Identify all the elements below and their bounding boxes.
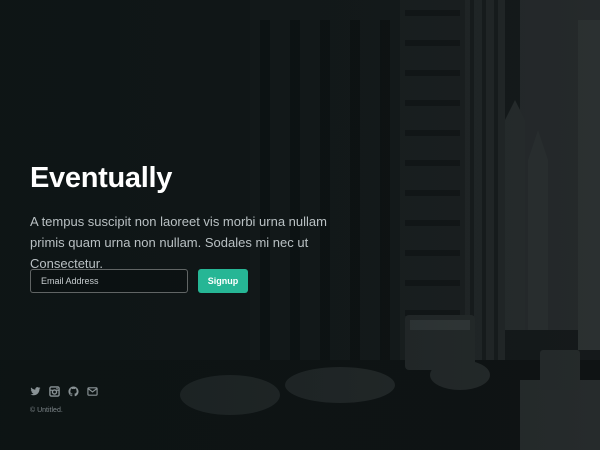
twitter-icon [30, 387, 41, 396]
github-icon [68, 386, 79, 397]
email-icon [87, 387, 98, 396]
signup-button[interactable]: Signup [198, 269, 248, 293]
social-links [30, 386, 98, 397]
email-link[interactable] [87, 386, 98, 397]
page-description: A tempus suscipit non laoreet vis morbi … [30, 214, 327, 271]
email-input[interactable] [30, 269, 188, 293]
signup-form: Signup [30, 269, 248, 293]
instagram-icon [49, 386, 60, 397]
github-link[interactable] [68, 386, 79, 397]
page-title: Eventually [30, 162, 173, 194]
instagram-link[interactable] [49, 386, 60, 397]
twitter-link[interactable] [30, 386, 41, 397]
copyright-text: © Untitled. [30, 407, 63, 414]
